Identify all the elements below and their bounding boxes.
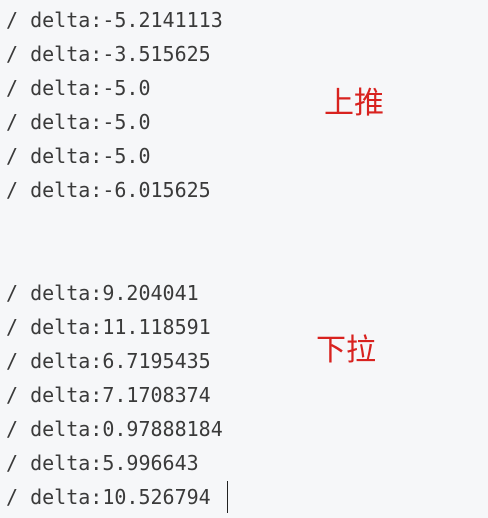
log-line: / delta:-5.0 xyxy=(6,76,151,100)
log-line: / delta:6.7195435 xyxy=(6,349,211,373)
log-line: / delta:0.97888184 xyxy=(6,417,223,441)
log-line: / delta:5.996643 xyxy=(6,451,199,475)
pull-down-annotation: 下拉 xyxy=(316,333,376,368)
text-cursor xyxy=(227,481,228,513)
log-line: / delta:10.526794 xyxy=(6,485,211,509)
push-up-annotation: 上推 xyxy=(324,86,384,121)
log-line: / delta:-5.0 xyxy=(6,144,151,168)
log-line: / delta:-5.0 xyxy=(6,110,151,134)
log-line: / delta:-3.515625 xyxy=(6,42,211,66)
log-line: / delta:9.204041 xyxy=(6,281,199,305)
log-line: / delta:-6.015625 xyxy=(6,178,211,202)
log-line: / delta:-5.2141113 xyxy=(6,8,223,32)
log-line: / delta:7.1708374 xyxy=(6,383,211,407)
log-line: / delta:11.118591 xyxy=(6,315,211,339)
